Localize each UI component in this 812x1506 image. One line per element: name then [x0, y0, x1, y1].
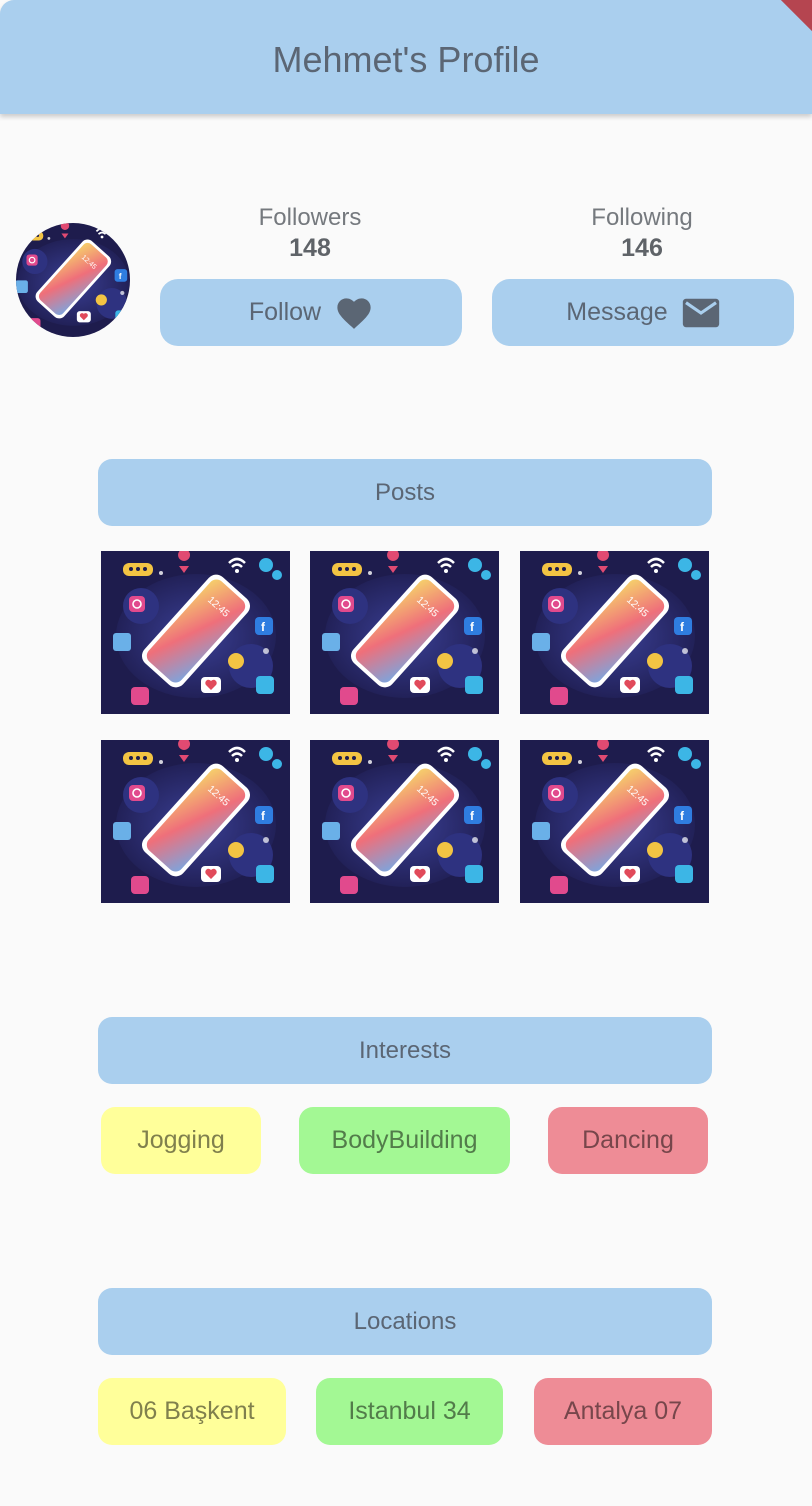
followers-count: 148 [289, 234, 331, 262]
posts-header-label: Posts [374, 478, 436, 506]
locations-header: Locations [98, 1288, 712, 1355]
post-image [310, 551, 499, 714]
message-button[interactable]: Message [492, 279, 794, 346]
interest-chip-jogging[interactable]: Jogging [101, 1107, 261, 1174]
interest-chip-label: Dancing [582, 1126, 674, 1154]
follow-button[interactable]: Follow [160, 279, 462, 346]
interest-chip-dancing[interactable]: Dancing [548, 1107, 708, 1174]
post-image [310, 740, 499, 903]
location-chip-label: 06 Başkent [129, 1397, 255, 1425]
location-chip-baskent[interactable]: 06 Başkent [98, 1378, 286, 1445]
follow-button-label: Follow [248, 298, 322, 326]
following-label: Following [591, 204, 693, 231]
debug-banner [780, 0, 812, 32]
location-chip-antalya[interactable]: Antalya 07 [534, 1378, 712, 1445]
following-count: 146 [621, 234, 663, 262]
location-chip-istanbul[interactable]: Istanbul 34 [316, 1378, 503, 1445]
interests-header-label: Interests [358, 1036, 452, 1064]
post-thumbnail[interactable] [101, 740, 290, 903]
mail-icon [682, 298, 719, 327]
avatar[interactable] [16, 223, 130, 337]
location-chip-label: Antalya 07 [563, 1397, 683, 1425]
message-button-label: Message [566, 298, 668, 326]
post-image [101, 740, 290, 903]
followers-stat: Followers 148 [160, 204, 460, 263]
post-image [101, 551, 290, 714]
post-thumbnail[interactable] [520, 551, 709, 714]
avatar-image [16, 223, 130, 337]
interest-chip-label: BodyBuilding [331, 1126, 478, 1154]
post-image [520, 551, 709, 714]
following-stat: Following 146 [492, 204, 792, 263]
interests-header: Interests [98, 1017, 712, 1084]
interest-chip-label: Jogging [137, 1126, 225, 1154]
post-thumbnail[interactable] [310, 551, 499, 714]
interest-chip-bodybuilding[interactable]: BodyBuilding [299, 1107, 510, 1174]
post-thumbnail[interactable] [101, 551, 290, 714]
location-chip-label: Istanbul 34 [348, 1397, 471, 1425]
post-thumbnail[interactable] [520, 740, 709, 903]
page-title: Mehmet's Profile [272, 39, 540, 80]
followers-label: Followers [258, 204, 362, 231]
post-thumbnail[interactable] [310, 740, 499, 903]
posts-header: Posts [98, 459, 712, 526]
app-bar: Mehmet's Profile [0, 0, 812, 114]
post-image [520, 740, 709, 903]
heart-icon [337, 297, 371, 329]
locations-header-label: Locations [353, 1307, 457, 1335]
